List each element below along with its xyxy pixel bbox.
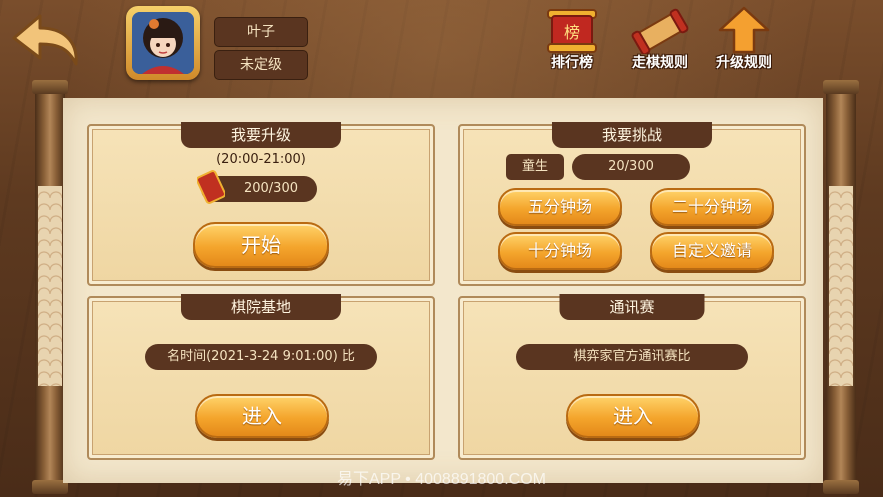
player-name: 叶子 [214,17,308,47]
scroll-rod-left [32,80,68,494]
challenge-panel-title: 我要挑战 [551,122,713,148]
rules-scroll-icon [631,8,689,56]
upgrade-token-icon [197,170,225,204]
correspondence-panel: 通讯赛 棋弈家官方通讯赛比 进入 [458,294,806,460]
player-rank: 未定级 [214,50,308,80]
upgrade-panel-title: 我要升级 [180,122,342,148]
top-bar: 叶子 未定级 榜 排行榜 走棋规则 升级规则 [0,0,883,92]
upgrade-time-range: (20:00-21:00) [216,152,306,167]
watermark: 易下APP • 4008891800.COM [337,471,546,488]
svg-text:榜: 榜 [564,23,580,42]
upgrade-progress-text: 200/300 [243,181,298,196]
leaderboard-icon: 榜 [547,9,597,53]
academy-panel: 棋院基地 名时间(2021-3-24 9:01:00) 比 进入 [87,294,435,460]
challenge-panel: 我要挑战 童生 20/300 五分钟场 二十分钟场 十分钟场 自定义邀请 [458,122,806,286]
correspondence-enter-button[interactable]: 进入 [566,394,700,438]
challenge-progress-text: 20/300 [572,154,690,180]
move-rules-button[interactable]: 走棋规则 [622,6,698,72]
avatar-portrait [132,12,194,74]
upgrade-panel: 我要升级 (20:00-21:00) 200/300 开始 [87,122,435,286]
challenge-rank-badge: 童生 [506,154,564,180]
academy-panel-title: 棋院基地 [180,294,342,320]
five-minute-match-button[interactable]: 五分钟场 [498,188,622,226]
player-avatar[interactable] [126,6,200,80]
upgrade-rules-button[interactable]: 升级规则 [706,6,782,72]
scroll-rod-right [823,80,859,494]
upgrade-rules-label: 升级规则 [716,55,772,71]
academy-info-text: 名时间(2021-3-24 9:01:00) 比 [145,344,377,370]
custom-invite-button[interactable]: 自定义邀请 [650,232,774,270]
leaderboard-label: 排行榜 [551,55,593,71]
leaderboard-button[interactable]: 榜 排行榜 [534,6,610,72]
back-arrow-icon [12,14,78,66]
upgrade-start-button[interactable]: 开始 [193,222,329,268]
back-button[interactable] [10,10,82,70]
academy-enter-button[interactable]: 进入 [195,394,329,438]
twenty-minute-match-button[interactable]: 二十分钟场 [650,188,774,226]
ten-minute-match-button[interactable]: 十分钟场 [498,232,622,270]
correspondence-info-text: 棋弈家官方通讯赛比 [516,344,748,370]
upgrade-arrow-icon [718,6,770,54]
move-rules-label: 走棋规则 [632,55,688,71]
correspondence-panel-title: 通讯赛 [559,294,705,320]
